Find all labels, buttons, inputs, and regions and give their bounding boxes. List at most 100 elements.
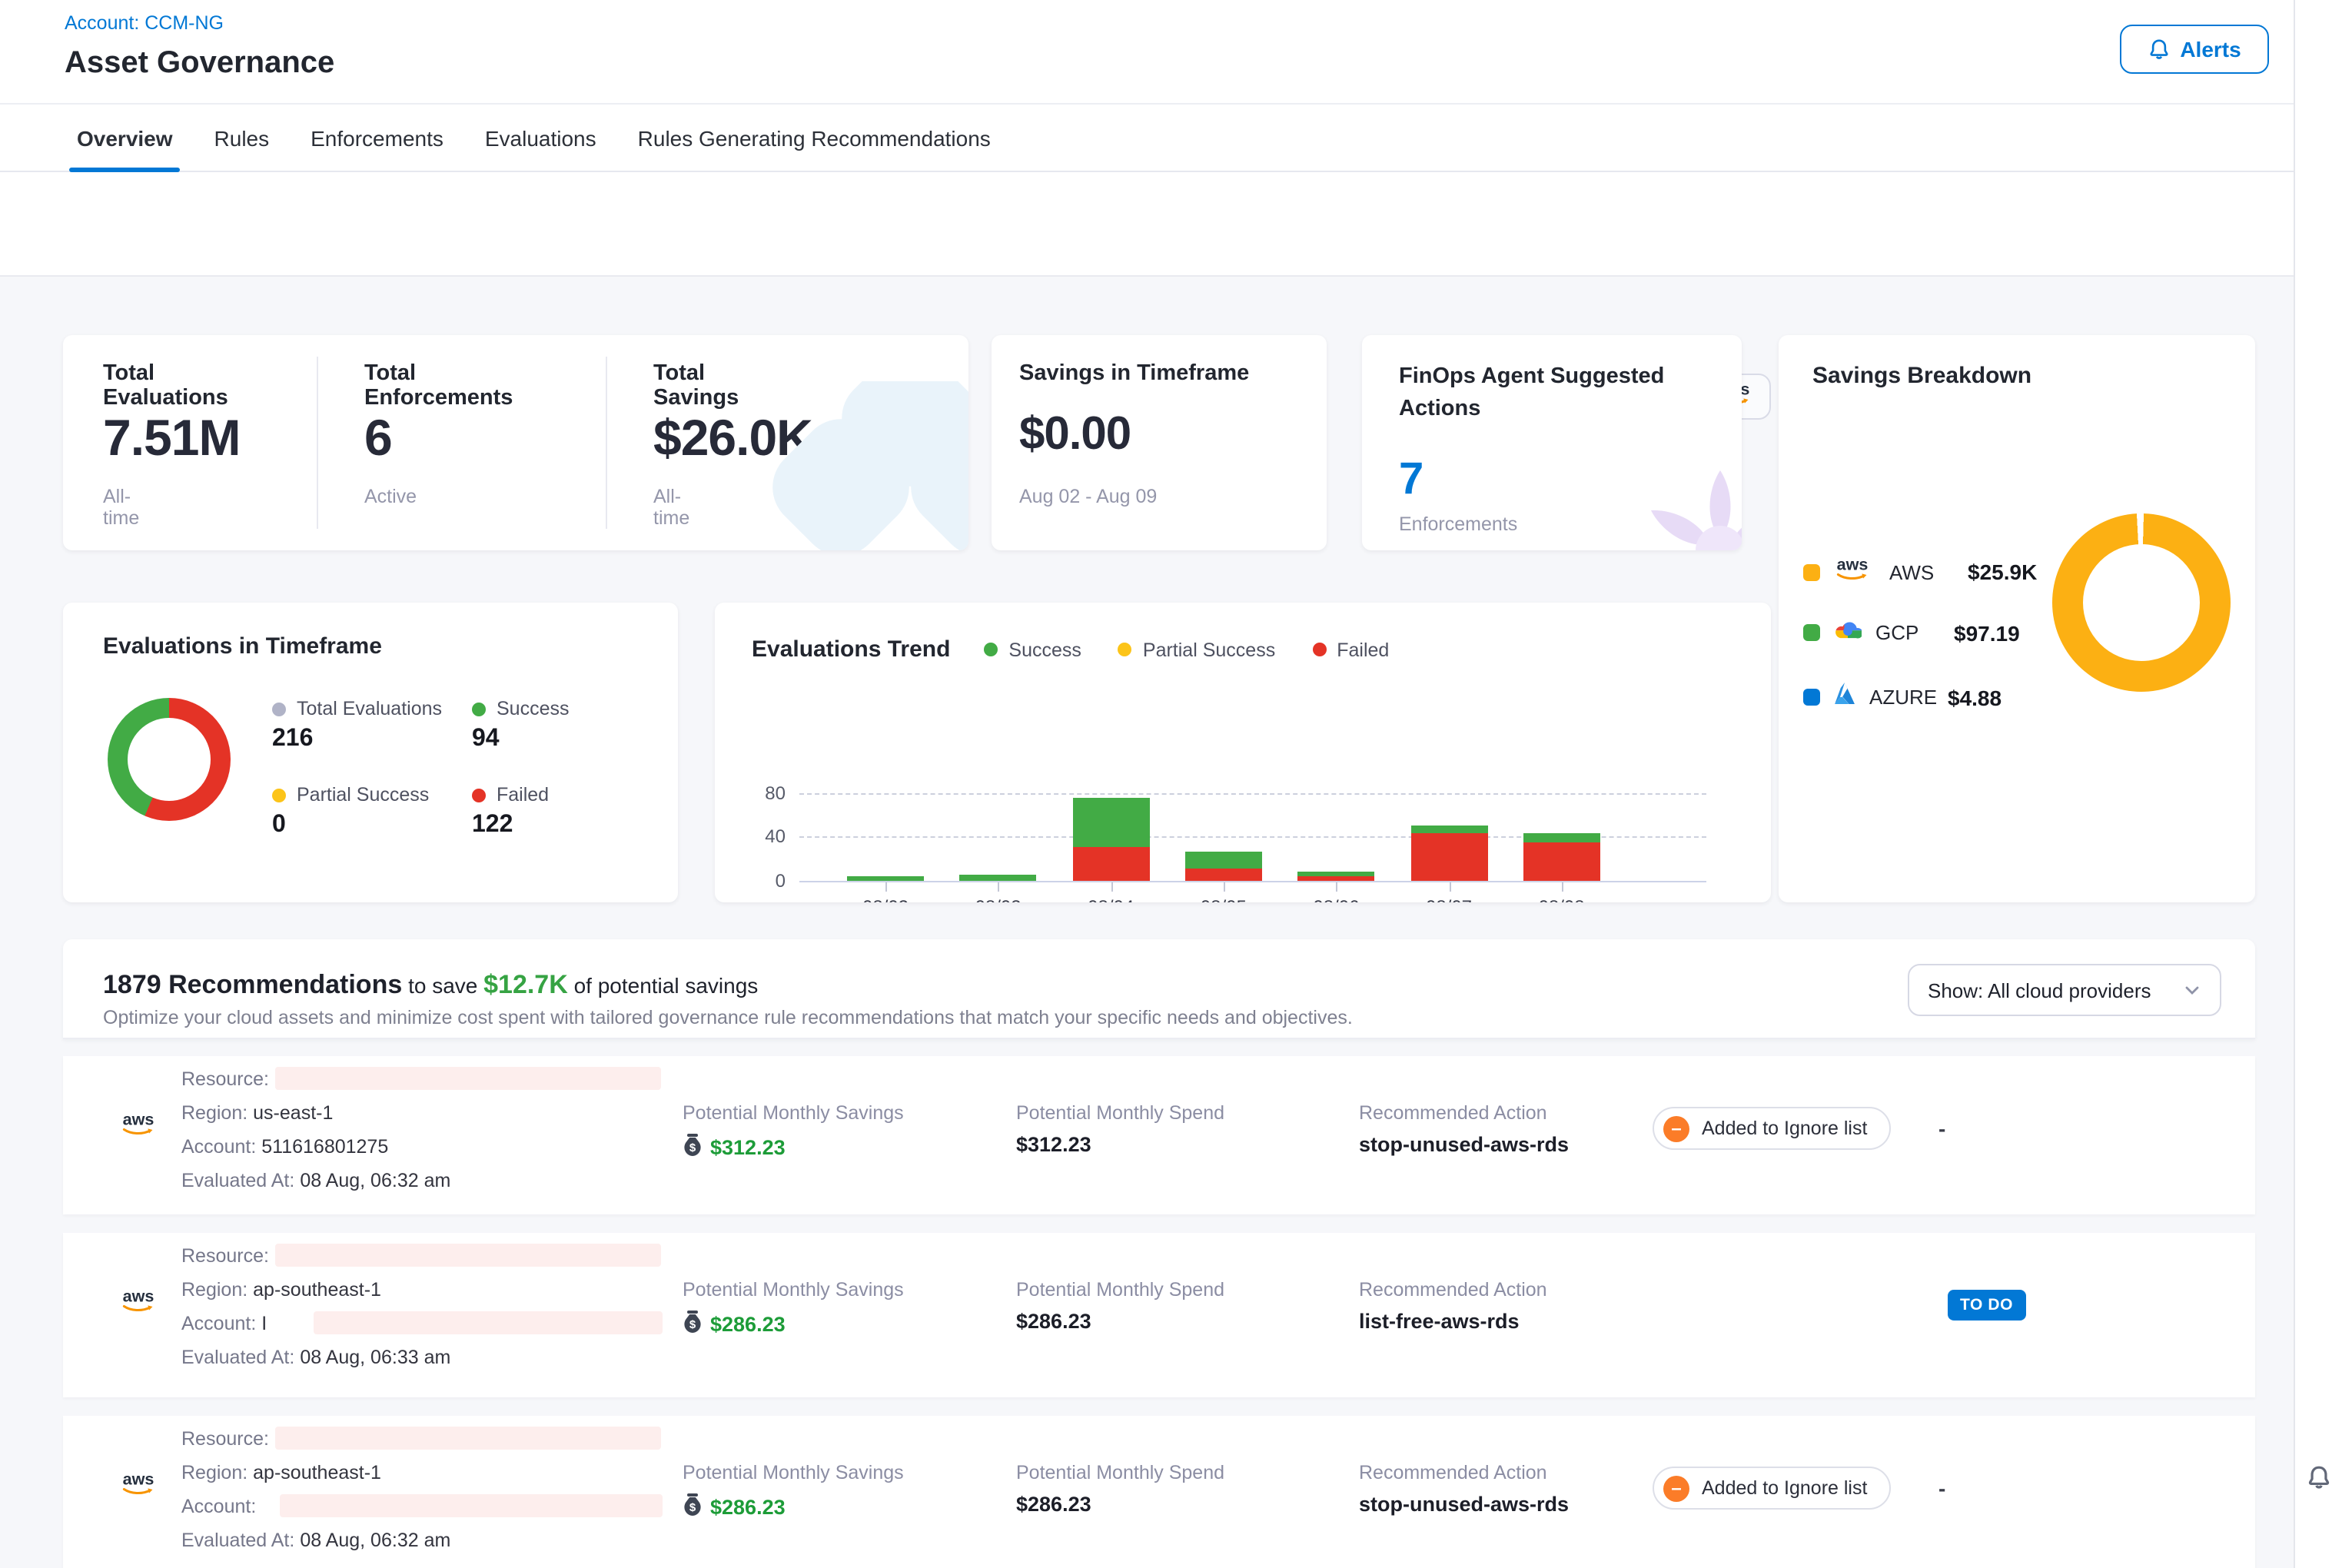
y-axis-tick: 80 [752,782,786,803]
account-line: Account: I [181,1313,267,1334]
svg-text:$: $ [689,1501,696,1514]
added-to-ignore-list-badge[interactable]: – Added to Ignore list [1653,1467,1890,1510]
alerts-button[interactable]: Alerts [2120,25,2269,74]
evaluated-line: Evaluated At: 08 Aug, 06:32 am [181,1170,450,1191]
stat-label: Total Enforcements [364,361,513,410]
spend-value: $312.23 [1016,1133,1091,1156]
recommendations-header: 1879 Recommendations to save $12.7K of p… [63,939,2255,1039]
alerts-button-label: Alerts [2180,37,2241,61]
x-axis-label: 08/06 [1282,896,1390,902]
trend-bar[interactable] [1297,872,1374,880]
legend-item-gcp: GCP $97.19 [1803,618,2020,647]
minus-icon: – [1663,1475,1689,1501]
recommendation-row[interactable]: aws Resource: Region: ap-southeast-1 Acc… [63,1416,2255,1568]
x-axis-label: 08/08 [1508,896,1616,902]
legend-value: $25.9K [1968,560,2037,584]
legend-success: Success 94 [472,698,570,753]
trend-legend: SuccessPartial SuccessFailed [984,639,1389,660]
redacted-resource [275,1067,661,1090]
savings-timeframe-value: $0.00 [1019,409,1131,461]
account-line: Account: 511616801275 [181,1136,388,1158]
tab-overview[interactable]: Overview [77,105,173,172]
tab-enforcements[interactable]: Enforcements [311,105,443,172]
x-axis-label: 08/04 [1057,896,1164,902]
card-title: Savings Breakdown [1812,363,2031,389]
resource-line: Resource: [181,1428,269,1450]
legend-failed: Failed 122 [472,784,549,839]
row-suffix: - [1938,1116,1945,1141]
page-right-rail [2294,0,2352,1568]
trend-plot: 08/0208/0308/0408/0508/0608/0708/08 [799,692,1706,881]
recommended-action-value: stop-unused-aws-rds [1359,1493,1569,1516]
legend-value: $4.88 [1948,685,2002,709]
savings-value: $ $286.23 [683,1493,786,1522]
spend-value: $286.23 [1016,1493,1091,1516]
account-line: Account: [181,1496,256,1517]
trend-bar[interactable] [1185,852,1262,880]
savings-column-label: Potential Monthly Savings [683,1279,904,1301]
money-bag-icon: $ [683,1310,703,1334]
svg-text:$: $ [689,1141,696,1154]
svg-text:aws: aws [123,1287,154,1306]
tab-rules[interactable]: Rules [214,105,270,172]
evaluations-donut [108,698,231,821]
trend-bar[interactable] [1523,833,1600,880]
trend-legend-item: Success [984,639,1081,660]
added-to-ignore-list-badge[interactable]: – Added to Ignore list [1653,1107,1890,1150]
trend-bar[interactable] [1410,826,1487,880]
floating-bell-icon[interactable] [2306,1463,2332,1500]
tab-rules-generating-recommendations[interactable]: Rules Generating Recommendations [638,105,991,172]
trend-bar[interactable] [847,875,924,880]
chevron-down-icon [2183,981,2201,999]
recommendation-row[interactable]: aws Resource: Region: us-east-1 Account:… [63,1056,2255,1214]
stat-value: $26.0K [653,409,812,467]
spend-value: $286.23 [1016,1310,1091,1333]
bell-icon [2148,38,2171,61]
flower-watermark [1579,415,1742,550]
svg-text:aws: aws [1837,555,1869,574]
azure-logo-icon [1834,683,1855,704]
trend-legend-item: Partial Success [1118,639,1275,660]
evaluated-line: Evaluated At: 08 Aug, 06:33 am [181,1347,450,1368]
recommendations-section: 1879 Recommendations to save $12.7K of p… [63,939,2255,1568]
resource-line: Resource: [181,1068,269,1090]
page-header: Account: CCM-NG Asset Governance Alerts [0,0,2294,105]
spend-column-label: Potential Monthly Spend [1016,1462,1224,1483]
evaluations-timeframe-card: Evaluations in Timeframe Total Evaluatio… [63,603,678,902]
recommendations-subtitle: Optimize your cloud assets and minimize … [103,1007,1353,1028]
finops-actions-value: 7 [1399,455,1423,506]
spend-column-label: Potential Monthly Spend [1016,1279,1224,1301]
show-filter-label: Show: All cloud providers [1928,978,2151,1002]
gcp-logo-icon [1834,618,1862,639]
action-column-label: Recommended Action [1359,1462,1547,1483]
trend-bar[interactable] [1072,798,1149,880]
stat-label: Total Savings [653,361,739,410]
card-title: Evaluations Trend [752,636,950,663]
svg-text:$: $ [689,1318,696,1331]
page-title: Asset Governance [65,46,334,81]
region-line: Region: ap-southeast-1 [181,1279,381,1301]
recommendation-row[interactable]: aws Resource: Region: ap-southeast-1 Acc… [63,1233,2255,1397]
stat-caption: All-time [103,486,139,529]
resource-line: Resource: [181,1245,269,1267]
account-breadcrumb-link[interactable]: Account: CCM-NG [65,12,224,34]
redacted-resource [275,1427,661,1450]
spend-column-label: Potential Monthly Spend [1016,1102,1224,1124]
savings-column-label: Potential Monthly Savings [683,1102,904,1124]
todo-badge: TO DO [1948,1290,2025,1321]
show-cloud-providers-dropdown[interactable]: Show: All cloud providers [1908,964,2221,1016]
trend-bar[interactable] [960,875,1037,880]
stat-label: Total Evaluations [103,361,228,410]
region-line: Region: us-east-1 [181,1102,333,1124]
legend-label: AZURE [1869,686,1934,709]
evaluations-trend-card: Evaluations Trend Success Partial Success… [715,603,1771,902]
aws-logo-icon: aws [120,1108,161,1138]
action-column-label: Recommended Action [1359,1279,1547,1301]
legend-item-azure: AZURE $4.88 [1803,683,2002,712]
recommended-action-value: stop-unused-aws-rds [1359,1133,1569,1156]
minus-icon: – [1663,1115,1689,1141]
evaluated-line: Evaluated At: 08 Aug, 06:32 am [181,1530,450,1551]
redacted-resource [275,1244,661,1267]
tab-evaluations[interactable]: Evaluations [485,105,596,172]
savings-timeframe-card: Savings in Timeframe $0.00 Aug 02 - Aug … [992,335,1327,550]
